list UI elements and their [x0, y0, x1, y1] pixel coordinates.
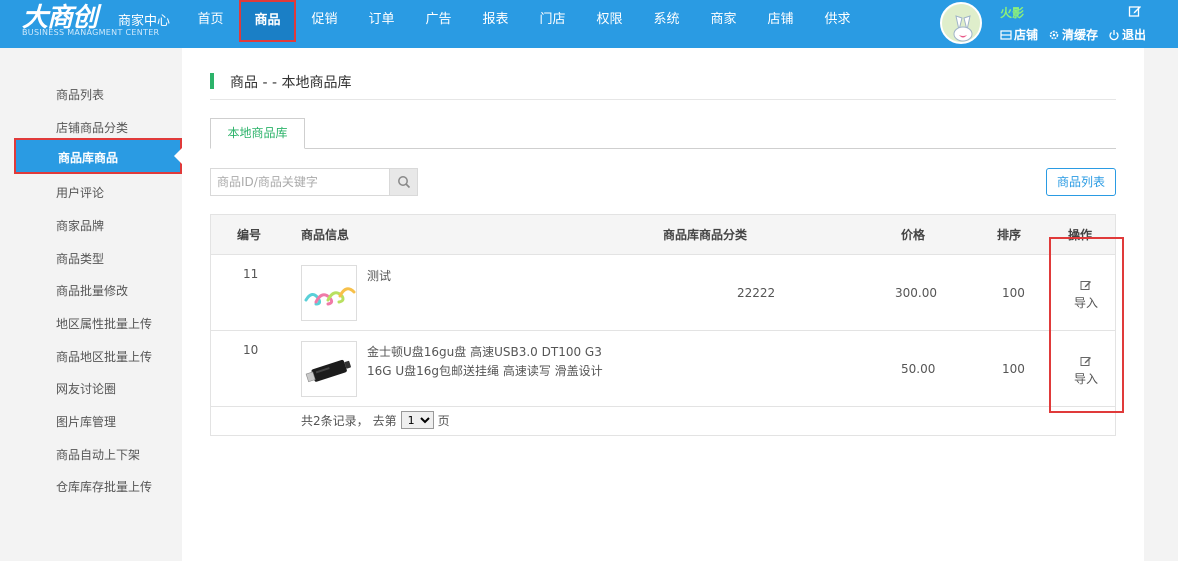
logo-english: BUSINESS MANAGMENT CENTER	[22, 28, 160, 37]
sidebar-item-goods-library[interactable]: 商品库商品	[14, 138, 182, 174]
nav-item-shop[interactable]: 店铺	[752, 0, 809, 48]
sidebar-item-discussion[interactable]: 网友讨论圈	[56, 380, 116, 397]
sidebar-item-image-library[interactable]: 图片库管理	[56, 413, 116, 430]
table-row: 10 金士顿U盘16gu盘 高速USB3.0 DT100 G3 16G U盘16…	[211, 331, 1115, 407]
row-sort: 100	[1002, 286, 1025, 300]
row-sort: 100	[1002, 362, 1025, 376]
nav-item-system[interactable]: 系统	[638, 0, 695, 48]
edit-icon[interactable]	[1128, 4, 1142, 18]
sidebar-item-store-category[interactable]: 店铺商品分类	[56, 119, 128, 136]
col-category: 商品库商品分类	[663, 228, 748, 242]
main-panel: 商品 - - 本地商品库 本地商品库 商品列表 编号 商品信息 商品库商品分类 …	[182, 48, 1144, 561]
nav-item-ads[interactable]: 广告	[410, 0, 467, 48]
pagination: 共2条记录， 去第 1 页	[301, 411, 450, 429]
tab-bar: 本地商品库	[210, 118, 1116, 149]
sidebar-item-region-attr-upload[interactable]: 地区属性批量上传	[56, 315, 152, 332]
record-count: 共2条记录，	[301, 413, 369, 428]
nav-item-reports[interactable]: 报表	[467, 0, 524, 48]
goods-list-button[interactable]: 商品列表	[1046, 168, 1116, 196]
clear-cache-link[interactable]: 清缓存	[1048, 26, 1098, 43]
user-area: 火影 店铺 清缓存 退出	[940, 0, 1178, 48]
sidebar-item-region-goods-upload[interactable]: 商品地区批量上传	[56, 348, 152, 365]
logo-subtitle: 商家中心	[118, 14, 171, 29]
sidebar-item-auto-shelf[interactable]: 商品自动上下架	[56, 446, 140, 463]
import-button[interactable]: 导入	[1061, 355, 1111, 387]
col-price: 价格	[901, 228, 926, 242]
tab-local-library[interactable]: 本地商品库	[210, 118, 305, 149]
goods-table: 编号 商品信息 商品库商品分类 价格 排序 操作 11 测试 22222 300…	[210, 214, 1116, 436]
table-row: 11 测试 22222 300.00 100 导入	[211, 255, 1115, 331]
gear-icon	[1049, 30, 1059, 39]
nav-item-promotion[interactable]: 促销	[296, 0, 353, 48]
user-actions: 店铺 清缓存 退出	[1000, 26, 1146, 43]
search-icon	[397, 176, 410, 189]
import-label: 导入	[1073, 372, 1098, 386]
sidebar-item-goods-list[interactable]: 商品列表	[56, 86, 104, 103]
col-id: 编号	[237, 228, 262, 242]
import-label: 导入	[1073, 296, 1098, 310]
sidebar-item-goods-types[interactable]: 商品类型	[56, 250, 104, 267]
username[interactable]: 火影	[1000, 4, 1024, 21]
title-accent	[210, 73, 214, 89]
sidebar-item-warehouse-upload[interactable]: 仓库库存批量上传	[56, 478, 152, 495]
active-indicator	[174, 148, 182, 164]
top-bar: 大商创 商家中心 BUSINESS MANAGMENT CENTER 首页 商品…	[0, 0, 1178, 48]
logout-link[interactable]: 退出	[1108, 26, 1146, 43]
sidebar-item-batch-edit[interactable]: 商品批量修改	[56, 282, 128, 299]
power-icon	[1109, 29, 1119, 40]
search-input[interactable]	[211, 169, 391, 195]
edit-icon	[1080, 357, 1091, 366]
nav-item-orders[interactable]: 订单	[353, 0, 410, 48]
clear-cache-label: 清缓存	[1062, 28, 1099, 42]
col-info: 商品信息	[301, 228, 350, 242]
col-sort: 排序	[997, 228, 1022, 242]
nav-item-merchant[interactable]: 商家	[695, 0, 752, 48]
nav-item-stores[interactable]: 门店	[524, 0, 581, 48]
nav-item-supply[interactable]: 供求	[809, 0, 866, 48]
main-nav: 首页 商品 促销 订单 广告 报表 门店 权限 系统 商家 店铺 供求	[182, 0, 866, 48]
table-header: 编号 商品信息 商品库商品分类 价格 排序 操作	[211, 215, 1115, 255]
import-button[interactable]: 导入	[1061, 279, 1111, 311]
store-link[interactable]: 店铺	[1000, 26, 1038, 43]
store-label: 店铺	[1014, 28, 1039, 42]
nav-item-home[interactable]: 首页	[182, 0, 239, 48]
row-id: 10	[243, 343, 259, 357]
avatar[interactable]	[940, 2, 982, 44]
row-id: 11	[243, 267, 259, 281]
search-button[interactable]	[389, 169, 417, 195]
row-price: 300.00	[895, 286, 937, 300]
usb-drive-icon[interactable]	[301, 341, 357, 397]
edit-icon	[1080, 281, 1091, 290]
row-price: 50.00	[901, 362, 936, 376]
logout-label: 退出	[1122, 28, 1147, 42]
goto-label: 去第	[372, 413, 397, 428]
sidebar-item-brands[interactable]: 商家品牌	[56, 217, 104, 234]
product-name[interactable]: 测试	[367, 267, 607, 286]
page-header: 商品 - - 本地商品库	[210, 72, 1116, 100]
search-box	[210, 168, 418, 196]
sidebar: 商品列表 店铺商品分类 商品库商品 用户评论 商家品牌 商品类型 商品批量修改 …	[0, 48, 182, 561]
page-suffix: 页	[437, 413, 450, 428]
nav-item-permissions[interactable]: 权限	[581, 0, 638, 48]
cable-icon[interactable]	[301, 265, 357, 321]
nav-item-goods[interactable]: 商品	[239, 0, 296, 42]
page-title: 商品 - - 本地商品库	[230, 75, 352, 91]
sidebar-item-user-reviews[interactable]: 用户评论	[56, 184, 104, 201]
page-select[interactable]: 1	[400, 411, 434, 429]
col-ops: 操作	[1068, 228, 1093, 242]
product-name[interactable]: 金士顿U盘16gu盘 高速USB3.0 DT100 G3 16G U盘16g包邮…	[367, 343, 607, 381]
logo: 大商创 商家中心 BUSINESS MANAGMENT CENTER	[22, 2, 172, 42]
row-category: 22222	[737, 286, 776, 300]
store-icon	[1000, 29, 1012, 40]
